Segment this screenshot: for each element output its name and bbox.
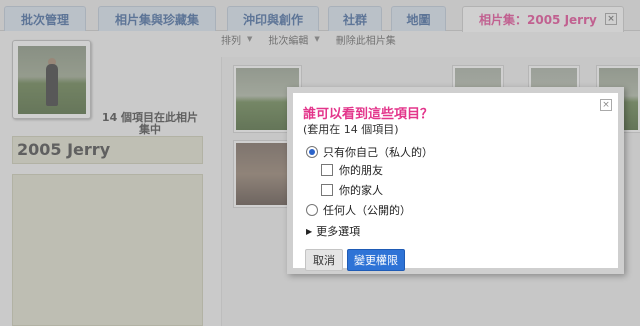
change-permission-button[interactable]: 變更權限 — [347, 249, 405, 271]
option-label: 你的朋友 — [339, 164, 383, 177]
option-family[interactable]: 你的家人 — [321, 182, 383, 198]
visibility-dialog: × 誰可以看到這些項目？ (套用在 14 個項目) 只有你自己（私人的） 你的朋… — [287, 87, 624, 274]
option-only-me[interactable]: 只有你自己（私人的） — [306, 144, 433, 160]
checkbox[interactable] — [321, 184, 333, 196]
cancel-button[interactable]: 取消 — [305, 249, 343, 271]
more-options-toggle[interactable]: ▶ 更多選項 — [306, 223, 360, 239]
option-label: 任何人（公開的） — [323, 204, 411, 217]
radio-icon[interactable] — [306, 204, 318, 216]
option-label: 只有你自己（私人的） — [323, 146, 433, 159]
triangle-right-icon: ▶ — [306, 226, 313, 236]
option-label: 你的家人 — [339, 184, 383, 197]
option-anyone[interactable]: 任何人（公開的） — [306, 202, 411, 218]
dialog-title: 誰可以看到這些項目？ — [303, 107, 434, 122]
checkbox[interactable] — [321, 164, 333, 176]
dialog-subtitle: (套用在 14 個項目) — [303, 123, 399, 136]
close-icon[interactable]: × — [600, 99, 612, 111]
option-friends[interactable]: 你的朋友 — [321, 162, 383, 178]
more-options-label: 更多選項 — [316, 225, 361, 238]
radio-selected-icon[interactable] — [306, 146, 318, 158]
